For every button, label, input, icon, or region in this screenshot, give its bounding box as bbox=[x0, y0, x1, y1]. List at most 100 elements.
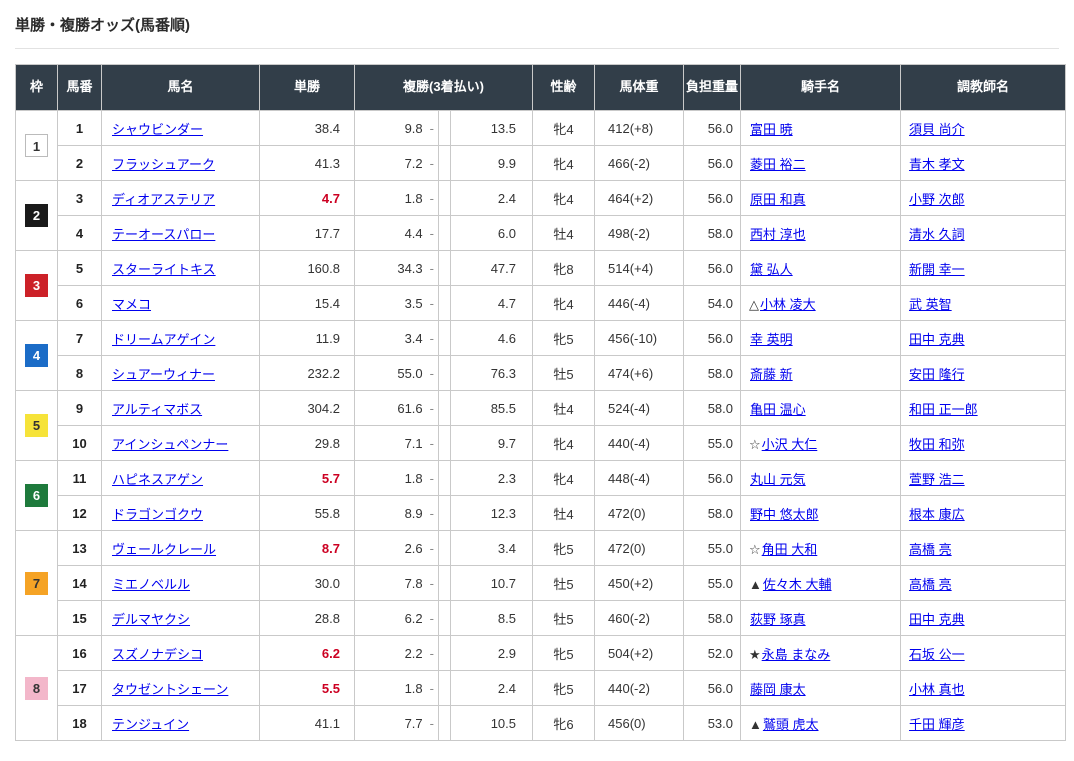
table-row: 18 テンジュイン 41.1 7.7- 10.5 牝6 456(0) 53.0 … bbox=[16, 706, 1066, 741]
trainer-link[interactable]: 安田 隆行 bbox=[909, 367, 965, 382]
trainer-link[interactable]: 千田 輝彦 bbox=[909, 717, 965, 732]
place-odds-high-cell: 10.5 bbox=[451, 706, 533, 741]
horse-name-link[interactable]: ヴェールクレール bbox=[112, 542, 216, 557]
trainer-link[interactable]: 小林 真也 bbox=[909, 682, 965, 697]
horse-name-link[interactable]: スターライトキス bbox=[112, 262, 216, 277]
place-odds-low-value: 3.4 bbox=[405, 331, 423, 346]
jockey-link[interactable]: 菱田 裕二 bbox=[750, 157, 806, 172]
trainer-link[interactable]: 田中 克典 bbox=[909, 332, 965, 347]
horse-weight-cell: 412(+8) bbox=[595, 111, 684, 146]
trainer-link[interactable]: 武 英智 bbox=[909, 297, 952, 312]
jockey-link[interactable]: 富田 暁 bbox=[750, 122, 793, 137]
trainer-link[interactable]: 小野 次郎 bbox=[909, 192, 965, 207]
trainer-link[interactable]: 萱野 浩二 bbox=[909, 472, 965, 487]
jockey-link[interactable]: 小林 凌大 bbox=[760, 297, 816, 312]
win-odds-cell: 5.7 bbox=[260, 461, 355, 496]
place-odds-low-cell: 55.0- bbox=[355, 356, 439, 391]
frame-number-badge: 2 bbox=[25, 204, 48, 227]
trainer-link[interactable]: 牧田 和弥 bbox=[909, 437, 965, 452]
horse-name-link[interactable]: タウゼントシェーン bbox=[112, 682, 228, 697]
trainer-link[interactable]: 根本 康広 bbox=[909, 507, 965, 522]
jockey-link[interactable]: 野中 悠太郎 bbox=[750, 507, 819, 522]
horse-name-link[interactable]: スズノナデシコ bbox=[112, 647, 203, 662]
place-odds-low-cell: 9.8- bbox=[355, 111, 439, 146]
trainer-link[interactable]: 田中 克典 bbox=[909, 612, 965, 627]
trainer-link[interactable]: 須貝 尚介 bbox=[909, 122, 965, 137]
horse-name-link[interactable]: ドリームアゲイン bbox=[112, 332, 215, 347]
place-odds-dash: - bbox=[430, 471, 434, 486]
frame-number-badge: 8 bbox=[25, 677, 48, 700]
col-header-horse-weight: 馬体重 bbox=[595, 65, 684, 111]
jockey-link[interactable]: 黛 弘人 bbox=[750, 262, 793, 277]
carried-weight-cell: 58.0 bbox=[684, 216, 741, 251]
jockey-link[interactable]: 鷲頭 虎太 bbox=[763, 717, 819, 732]
place-odds-spacer bbox=[439, 671, 451, 706]
horse-number-cell: 6 bbox=[58, 286, 102, 321]
horse-weight-cell: 474(+6) bbox=[595, 356, 684, 391]
trainer-link[interactable]: 高橋 亮 bbox=[909, 542, 952, 557]
horse-name-link[interactable]: ミエノベルル bbox=[112, 577, 190, 592]
trainer-link[interactable]: 新開 幸一 bbox=[909, 262, 965, 277]
col-header-horse-name: 馬名 bbox=[102, 65, 260, 111]
win-odds-cell: 28.8 bbox=[260, 601, 355, 636]
horse-number-cell: 12 bbox=[58, 496, 102, 531]
sex-age-cell: 牡4 bbox=[533, 216, 595, 251]
place-odds-spacer bbox=[439, 391, 451, 426]
win-odds-cell: 6.2 bbox=[260, 636, 355, 671]
trainer-link[interactable]: 高橋 亮 bbox=[909, 577, 952, 592]
win-odds-cell: 304.2 bbox=[260, 391, 355, 426]
page-title: 単勝・複勝オッズ(馬番順) bbox=[0, 0, 1074, 35]
jockey-link[interactable]: 角田 大和 bbox=[762, 542, 818, 557]
col-header-carried-weight: 負担重量 bbox=[684, 65, 741, 111]
horse-name-link[interactable]: デルマヤクシ bbox=[112, 612, 190, 627]
horse-name-link[interactable]: テンジュイン bbox=[112, 717, 189, 732]
jockey-link[interactable]: 丸山 元気 bbox=[750, 472, 806, 487]
table-row: 8 シュアーウィナー 232.2 55.0- 76.3 牡5 474(+6) 5… bbox=[16, 356, 1066, 391]
frame-cell: 3 bbox=[16, 251, 58, 321]
trainer-cell: 牧田 和弥 bbox=[901, 426, 1066, 461]
horse-name-cell: デルマヤクシ bbox=[102, 601, 260, 636]
apprentice-mark: △ bbox=[749, 297, 759, 312]
jockey-link[interactable]: 永島 まなみ bbox=[762, 647, 831, 662]
horse-weight-cell: 460(-2) bbox=[595, 601, 684, 636]
frame-number-badge: 7 bbox=[25, 572, 48, 595]
jockey-cell: ★永島 まなみ bbox=[741, 636, 901, 671]
trainer-link[interactable]: 石坂 公一 bbox=[909, 647, 965, 662]
horse-name-link[interactable]: アインシュペンナー bbox=[112, 437, 228, 452]
jockey-link[interactable]: 佐々木 大輔 bbox=[763, 577, 832, 592]
trainer-cell: 新開 幸一 bbox=[901, 251, 1066, 286]
jockey-link[interactable]: 荻野 琢真 bbox=[750, 612, 806, 627]
horse-name-link[interactable]: ドラゴンゴクウ bbox=[112, 507, 203, 522]
jockey-link[interactable]: 藤岡 康太 bbox=[750, 682, 806, 697]
jockey-link[interactable]: 斎藤 新 bbox=[750, 367, 793, 382]
frame-number-badge: 1 bbox=[25, 134, 48, 157]
trainer-link[interactable]: 青木 孝文 bbox=[909, 157, 965, 172]
place-odds-low-value: 2.2 bbox=[405, 646, 423, 661]
col-header-jockey: 騎手名 bbox=[741, 65, 901, 111]
horse-name-link[interactable]: ハピネスアゲン bbox=[112, 472, 203, 487]
horse-name-link[interactable]: テーオースパロー bbox=[112, 227, 215, 242]
horse-name-link[interactable]: ディオアステリア bbox=[112, 192, 215, 207]
jockey-link[interactable]: 西村 淳也 bbox=[750, 227, 806, 242]
horse-name-link[interactable]: シュアーウィナー bbox=[112, 367, 215, 382]
horse-name-link[interactable]: フラッシュアーク bbox=[112, 157, 215, 172]
jockey-link[interactable]: 幸 英明 bbox=[750, 332, 793, 347]
win-odds-cell: 11.9 bbox=[260, 321, 355, 356]
place-odds-high-cell: 4.7 bbox=[451, 286, 533, 321]
place-odds-low-value: 9.8 bbox=[405, 121, 423, 136]
place-odds-dash: - bbox=[430, 541, 434, 556]
place-odds-low-cell: 7.8- bbox=[355, 566, 439, 601]
place-odds-low-cell: 4.4- bbox=[355, 216, 439, 251]
frame-cell: 6 bbox=[16, 461, 58, 531]
horse-name-link[interactable]: マメコ bbox=[112, 297, 151, 312]
horse-name-link[interactable]: アルティマボス bbox=[112, 402, 202, 417]
win-odds-cell: 38.4 bbox=[260, 111, 355, 146]
horse-name-link[interactable]: シャウビンダー bbox=[112, 122, 203, 137]
trainer-link[interactable]: 清水 久詞 bbox=[909, 227, 965, 242]
table-row: 14 ミエノベルル 30.0 7.8- 10.7 牡5 450(+2) 55.0… bbox=[16, 566, 1066, 601]
jockey-link[interactable]: 原田 和真 bbox=[750, 192, 806, 207]
jockey-link[interactable]: 亀田 温心 bbox=[750, 402, 806, 417]
trainer-link[interactable]: 和田 正一郎 bbox=[909, 402, 978, 417]
jockey-link[interactable]: 小沢 大仁 bbox=[762, 437, 818, 452]
jockey-cell: 斎藤 新 bbox=[741, 356, 901, 391]
